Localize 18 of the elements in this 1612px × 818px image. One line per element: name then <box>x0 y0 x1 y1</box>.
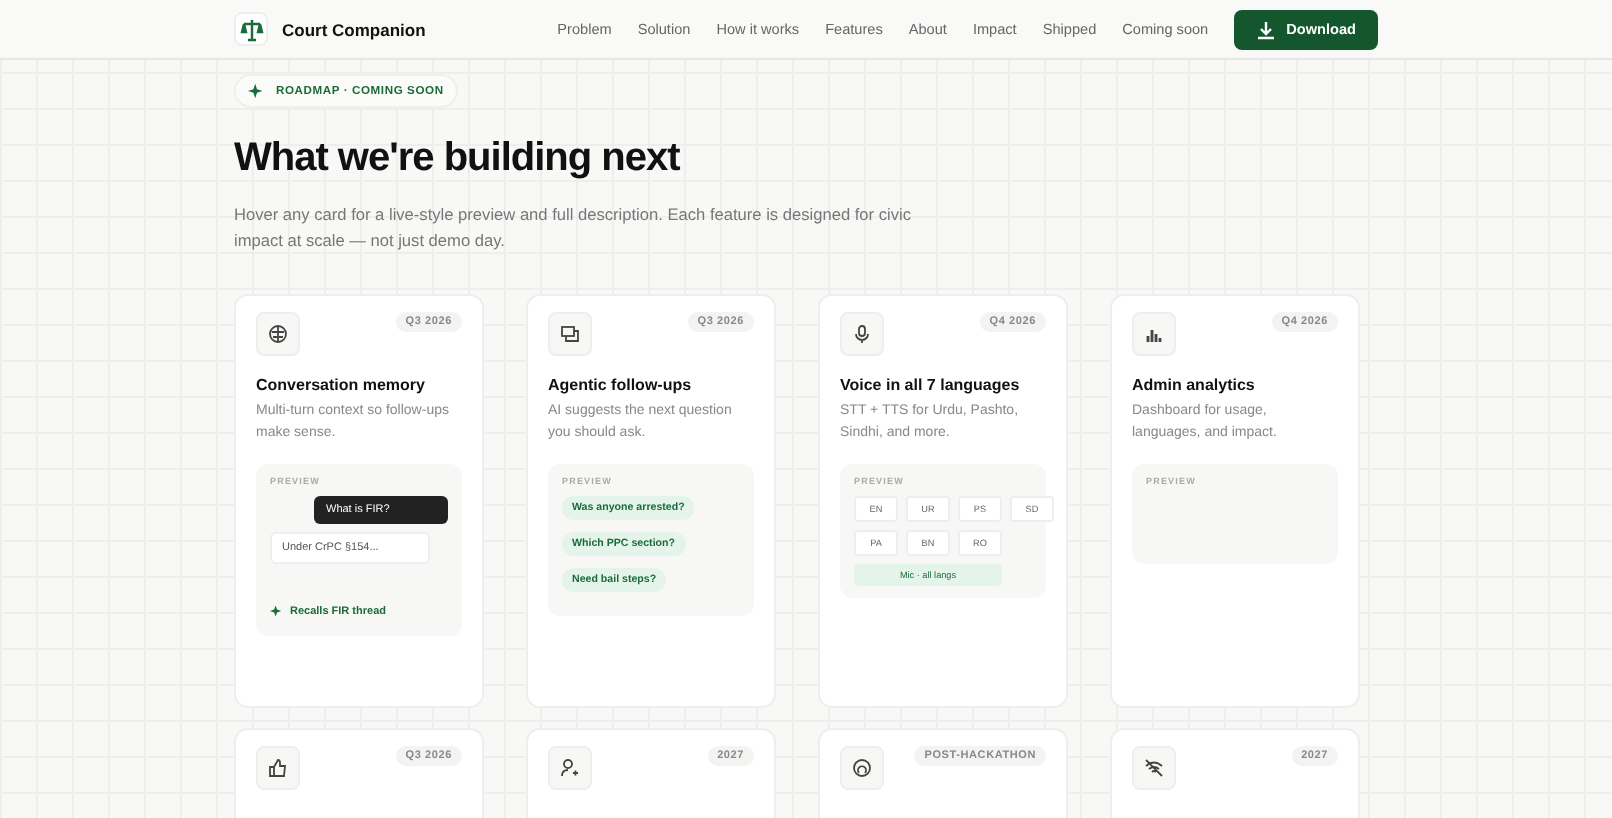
card-title: Agentic follow-ups <box>548 376 694 394</box>
logo-icon <box>234 12 268 46</box>
sparkle-icon <box>248 82 266 100</box>
bar-chart-icon <box>1132 312 1176 356</box>
wifi-off-icon <box>1132 746 1176 790</box>
card-title: Conversation memory <box>256 376 427 394</box>
sparkle-icon <box>270 604 284 618</box>
chat-icon <box>548 312 592 356</box>
section-title: What we're building next <box>234 136 682 182</box>
section-subtitle: Hover any card for a live-style preview and full description. Each feature is designed for civic impact at scale — not just demo day. <box>234 202 913 254</box>
microphone-icon <box>840 312 884 356</box>
card-title: Admin analytics <box>1132 376 1257 394</box>
open-source-icon <box>840 746 884 790</box>
card-title: Voice in all 7 languages <box>840 376 1022 394</box>
thumbs-up-icon <box>256 746 300 790</box>
user-icon <box>548 746 592 790</box>
brand-name: Court Companion <box>282 19 426 39</box>
download-icon <box>1256 19 1277 39</box>
